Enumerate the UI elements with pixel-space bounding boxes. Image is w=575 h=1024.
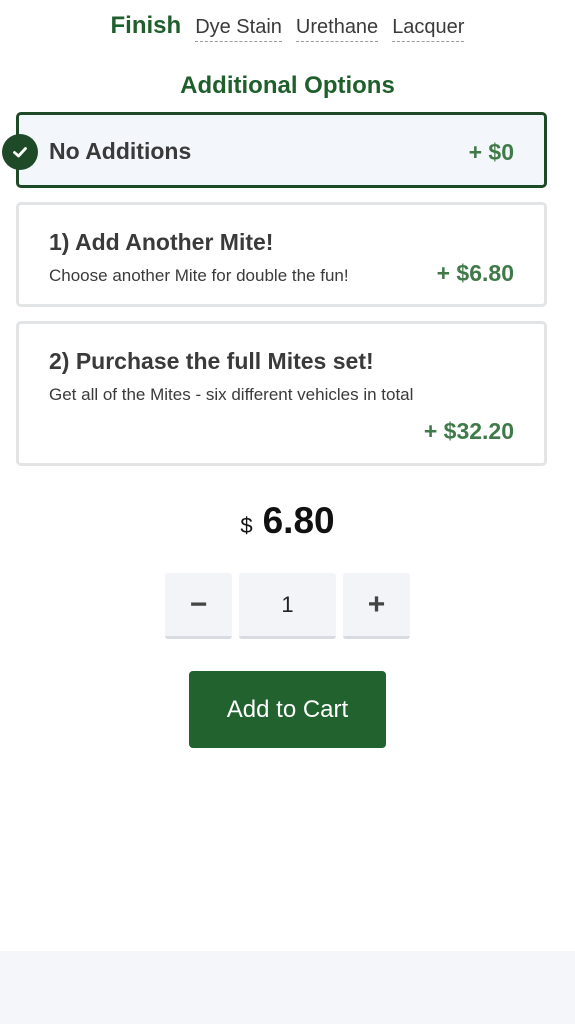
quantity-input[interactable] [239,573,336,639]
currency-symbol: $ [240,513,253,538]
option-card-no-additions[interactable]: No Additions + $0 [2,112,547,188]
footer-band [0,951,575,1024]
check-icon [2,134,38,170]
minus-icon: − [189,587,208,621]
finish-label: Finish [110,12,182,39]
add-to-cart-button[interactable]: Add to Cart [189,671,386,748]
option-price: + $6.80 [436,260,514,286]
finish-option-urethane[interactable]: Urethane [295,16,379,42]
option-description: Get all of the Mites - six different veh… [49,385,414,404]
finish-option-dye-stain[interactable]: Dye Stain [195,16,282,42]
option-title: 2) Purchase the full Mites set! [49,348,374,374]
price-amount: 6.80 [262,500,335,541]
option-price: + $0 [468,139,514,165]
quantity-increase-button[interactable]: + [343,573,410,639]
additional-options-title: Additional Options [180,72,395,99]
total-price: $ 6.80 [0,500,575,542]
plus-icon: + [367,587,386,621]
product-options-page: Finish Dye Stain Urethane Lacquer Additi… [0,0,575,1024]
option-price: + $32.20 [423,418,514,444]
quantity-decrease-button[interactable]: − [165,573,232,639]
option-title: No Additions [49,138,192,164]
option-card-full-mites-set[interactable]: 2) Purchase the full Mites set! Get all … [16,321,547,466]
option-description: Choose another Mite for double the fun! [49,266,349,285]
option-title: 1) Add Another Mite! [49,229,274,255]
option-card-add-another-mite[interactable]: 1) Add Another Mite! Choose another Mite… [16,202,547,307]
finish-option-lacquer[interactable]: Lacquer [392,16,465,42]
finish-selector: Finish Dye Stain Urethane Lacquer [0,12,575,42]
